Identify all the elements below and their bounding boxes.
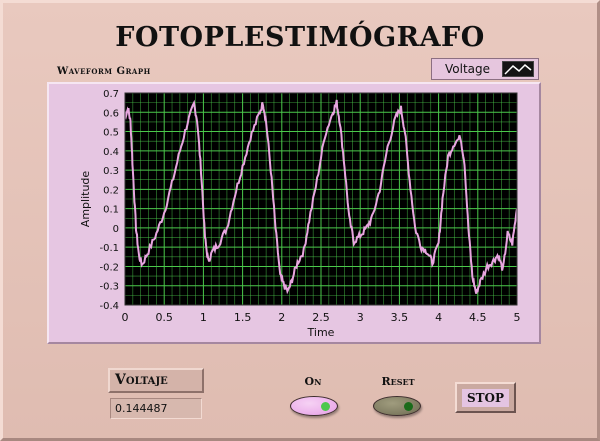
- x-tick-label: 1: [200, 311, 207, 324]
- y-tick-label: 0.2: [103, 185, 119, 196]
- y-tick-label: 0.4: [103, 147, 119, 158]
- y-tick-label: 0.7: [103, 89, 119, 100]
- line-swatch-icon: [504, 63, 532, 75]
- y-tick-label: 0.5: [103, 128, 119, 139]
- x-tick-label: 4: [435, 311, 442, 324]
- x-tick-label: 3: [357, 311, 364, 324]
- x-axis-label: Time: [307, 326, 335, 339]
- x-tick-label: 4.5: [469, 311, 487, 324]
- legend-series-name: Voltage: [445, 62, 491, 76]
- y-tick-label: 0: [113, 224, 119, 235]
- reset-led-indicator: [404, 402, 413, 411]
- y-tick-label: 0.3: [103, 166, 119, 177]
- y-axis-label: Amplitude: [79, 171, 92, 228]
- voltaje-indicator: 0.144487: [110, 398, 202, 419]
- reset-label: Reset: [381, 375, 415, 388]
- plot-legend[interactable]: Voltage: [431, 58, 539, 80]
- waveform-plot[interactable]: 0 0.5 1 1.5 2 2.5 3 3.5 4 4.5 5 0.7 0.6 0.5 0.4 0.3 0.2 0…: [49, 84, 539, 342]
- y-tick-label: 0.6: [103, 108, 119, 119]
- y-tick-label: -0.4: [99, 301, 119, 312]
- on-led-indicator: [321, 402, 330, 411]
- on-label: On: [304, 375, 322, 388]
- x-tick-label: 1.5: [234, 311, 252, 324]
- x-tick-label: 2: [278, 311, 285, 324]
- waveform-graph-label: Waveform Graph: [57, 66, 151, 77]
- x-tick-label: 3.5: [391, 311, 409, 324]
- x-tick-label: 5: [514, 311, 521, 324]
- x-tick-label: 0: [122, 311, 129, 324]
- stop-button-label: STOP: [461, 388, 510, 407]
- voltaje-label: Voltaje: [108, 368, 204, 393]
- y-tick-label: -0.3: [99, 282, 119, 293]
- waveform-graph: 0 0.5 1 1.5 2 2.5 3 3.5 4 4.5 5 0.7 0.6 0.5 0.4 0.3 0.2 0…: [47, 82, 541, 344]
- x-tick-label: 2.5: [312, 311, 330, 324]
- y-tick-label: -0.1: [99, 243, 119, 254]
- on-button[interactable]: [290, 396, 338, 416]
- y-tick-label: -0.2: [99, 262, 119, 273]
- y-tick-label: 0.1: [103, 205, 119, 216]
- reset-button[interactable]: [373, 396, 421, 416]
- stop-button[interactable]: STOP: [455, 382, 516, 413]
- page-title: FOTOPLESTIMÓGRAFO: [115, 22, 485, 53]
- legend-swatch: [502, 61, 534, 77]
- x-tick-label: 0.5: [155, 311, 173, 324]
